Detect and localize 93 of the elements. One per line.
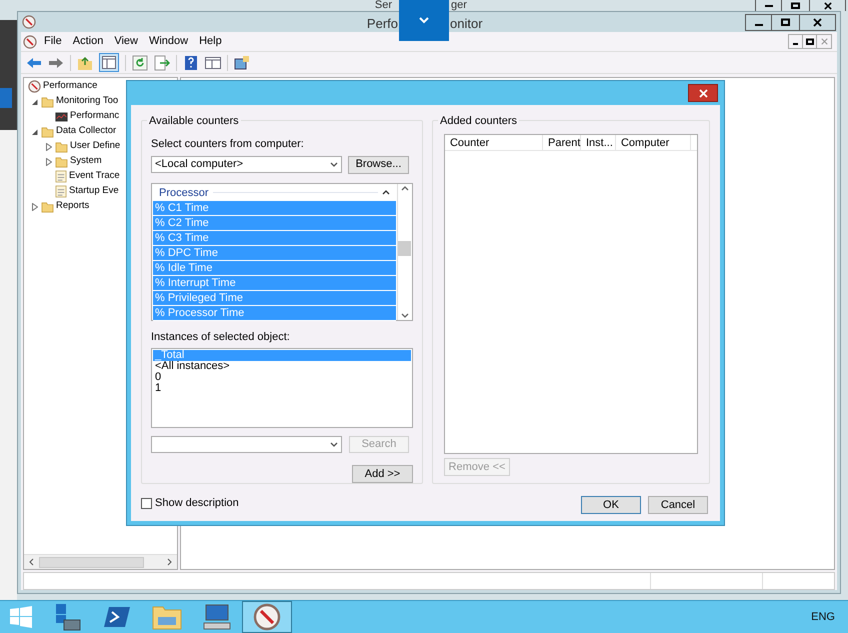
scroll-up-icon <box>400 186 409 190</box>
collapsed-arrow-icon[interactable] <box>46 142 52 150</box>
menu-item[interactable]: View <box>110 33 142 50</box>
chevron-left-icon <box>29 558 34 566</box>
caret-icon <box>330 162 338 166</box>
monitor-keyboard-icon <box>202 603 232 631</box>
scrollbar-thumb[interactable] <box>398 240 412 256</box>
expanded-arrow-icon[interactable] <box>32 128 38 136</box>
chevron-right-icon <box>167 558 172 566</box>
folder-icon <box>55 140 68 152</box>
restore-button[interactable] <box>803 35 817 48</box>
instance-item[interactable]: 1 <box>153 383 411 394</box>
chart-icon <box>55 112 68 122</box>
folder-icon <box>41 126 54 138</box>
category-header[interactable]: Processor <box>153 184 396 201</box>
language-indicator[interactable]: ENG <box>811 608 835 626</box>
folder-icon <box>55 156 68 168</box>
tree-item[interactable]: Startup Eve <box>67 184 119 199</box>
window-title: ger <box>451 0 467 11</box>
close-icon <box>824 2 832 10</box>
folder-up-icon[interactable] <box>77 54 93 70</box>
checkbox-label: Show description <box>155 496 239 511</box>
collapsed-arrow-icon[interactable] <box>46 158 52 166</box>
export-icon[interactable] <box>154 54 170 70</box>
close-icon <box>820 38 828 45</box>
collapsed-arrow-icon[interactable] <box>32 202 38 210</box>
minimize-icon <box>754 24 762 26</box>
close-button[interactable] <box>688 84 718 102</box>
taskbar-button[interactable] <box>242 601 292 633</box>
field-label: Instances of selected object: <box>151 330 291 344</box>
browse-button[interactable]: Browse... <box>348 156 409 174</box>
scrollbar-thumb[interactable] <box>39 556 144 568</box>
sidebar-highlight <box>0 88 12 108</box>
menu-item[interactable]: Help <box>195 33 226 50</box>
column-header[interactable]: Inst... <box>580 135 616 150</box>
close-button[interactable] <box>799 14 836 30</box>
refresh-icon[interactable] <box>132 54 148 70</box>
tree-item[interactable]: Event Trace <box>67 169 120 184</box>
column-header[interactable]: Counter <box>444 135 543 150</box>
instances-list[interactable]: _Total <All instances> 0 1 <box>151 348 413 428</box>
cancel-button[interactable]: Cancel <box>648 496 708 514</box>
column-header[interactable]: Computer <box>616 135 691 150</box>
chevron-down-icon <box>419 17 429 24</box>
gauge-icon <box>253 603 281 631</box>
menu-item[interactable]: File <box>40 33 66 50</box>
tree-item[interactable]: System <box>68 154 102 169</box>
tree-item[interactable]: Data Collector <box>54 124 116 139</box>
tree-item[interactable]: Monitoring Too <box>54 94 118 109</box>
ok-button[interactable]: OK <box>581 496 641 514</box>
window-title: Ser <box>374 0 392 11</box>
maximize-icon <box>806 38 814 45</box>
minimize-icon <box>793 43 798 45</box>
add-button[interactable]: Add >> <box>352 465 413 483</box>
scroll-down-icon <box>400 312 409 318</box>
horizontal-scrollbar[interactable] <box>24 554 177 569</box>
show-description-checkbox[interactable] <box>141 498 152 508</box>
tree-item[interactable]: Reports <box>54 199 90 214</box>
expanded-arrow-icon[interactable] <box>32 98 38 106</box>
tree-toggle-button[interactable] <box>99 53 119 72</box>
folder-icon <box>41 200 54 212</box>
terminal-icon <box>103 605 131 629</box>
new-window-icon[interactable] <box>234 54 250 70</box>
close-icon <box>698 88 708 98</box>
panes-icon <box>102 56 116 69</box>
log-icon <box>55 185 67 198</box>
instance-item[interactable]: 0 <box>153 372 411 383</box>
maximize-button[interactable] <box>772 14 799 30</box>
tree-item[interactable]: User Define <box>68 139 120 154</box>
help-icon[interactable] <box>183 54 199 70</box>
menu-item[interactable]: Window <box>144 33 192 50</box>
properties-icon[interactable] <box>205 54 221 70</box>
folder-icon <box>41 96 54 108</box>
log-icon <box>55 170 67 183</box>
column-header[interactable]: Parent <box>542 135 581 150</box>
tree-item[interactable]: Performanc <box>68 109 120 124</box>
computer-dropdown[interactable]: <Local computer> <box>151 156 342 172</box>
window-title: onitor <box>450 15 483 33</box>
field-label: Select counters from computer: <box>151 137 305 152</box>
vertical-scrollbar[interactable] <box>396 184 412 320</box>
minimize-button[interactable] <box>745 14 772 30</box>
close-icon <box>813 18 822 26</box>
gauge-icon <box>28 80 41 93</box>
collapse-icon <box>382 190 390 196</box>
folder-icon <box>152 604 182 630</box>
search-field[interactable] <box>151 436 342 453</box>
minimize-icon <box>764 4 772 6</box>
windows-logo-icon <box>10 606 32 628</box>
instance-item[interactable]: <All instances> <box>153 361 411 372</box>
caret-icon <box>330 442 338 447</box>
tree-item[interactable]: Performance <box>41 79 98 94</box>
window-title: Perfo <box>366 15 398 33</box>
menu-item[interactable]: Action <box>68 33 108 50</box>
app-logo-icon <box>22 15 36 29</box>
